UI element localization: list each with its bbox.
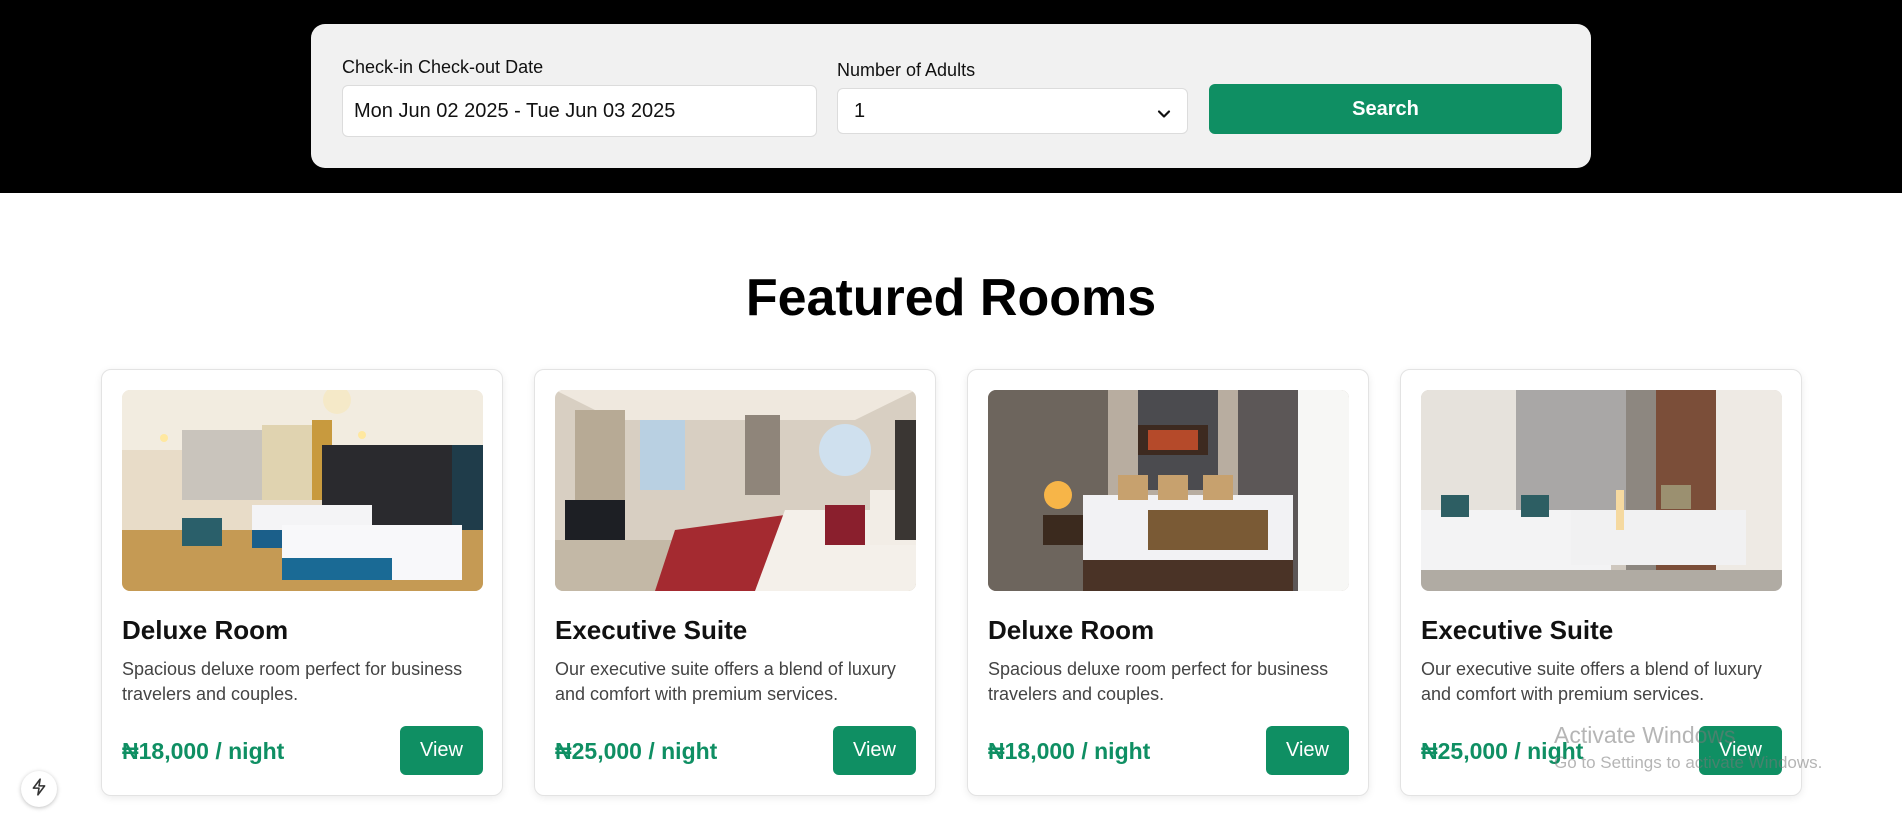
watermark-title: Activate Windows	[1554, 722, 1736, 748]
room-description: Spacious deluxe room perfect for busines…	[122, 659, 463, 704]
chevron-down-icon	[1157, 104, 1171, 118]
view-room-button[interactable]: View	[1266, 726, 1349, 775]
date-range-input[interactable]	[342, 85, 817, 137]
room-photo	[988, 390, 1349, 591]
watermark-subtitle: Go to Settings to activate Windows.	[1554, 753, 1823, 772]
room-photo	[1421, 390, 1782, 591]
room-price: ₦18,000 / night	[122, 738, 285, 764]
booking-search-panel: Check-in Check-out Date Number of Adults…	[311, 24, 1591, 168]
hero-banner: Check-in Check-out Date Number of Adults…	[0, 0, 1902, 193]
adults-label: Number of Adults	[837, 60, 976, 80]
view-room-button[interactable]: View	[833, 726, 916, 775]
room-price: ₦18,000 / night	[988, 738, 1151, 764]
room-card: Executive Suite Our executive suite offe…	[534, 369, 936, 796]
room-card: Deluxe Room Spacious deluxe room perfect…	[967, 369, 1369, 796]
dev-tools-button[interactable]	[21, 771, 57, 807]
featured-rooms-title: Featured Rooms	[745, 269, 1157, 327]
date-label: Check-in Check-out Date	[342, 57, 544, 77]
room-photo	[122, 390, 483, 591]
search-button[interactable]: Search	[1209, 84, 1562, 134]
lightning-icon	[30, 777, 48, 801]
room-description: Our executive suite offers a blend of lu…	[555, 659, 896, 704]
room-name: Deluxe Room	[988, 615, 1155, 645]
room-card: Deluxe Room Spacious deluxe room perfect…	[101, 369, 503, 796]
room-photo	[555, 390, 916, 591]
room-description: Our executive suite offers a blend of lu…	[1421, 659, 1762, 704]
room-price: ₦25,000 / night	[555, 738, 718, 764]
adults-select[interactable]: 1	[837, 88, 1188, 134]
activate-windows-watermark: Activate Windows Go to Settings to activ…	[1554, 722, 1822, 773]
room-name: Executive Suite	[1421, 615, 1614, 645]
room-description: Spacious deluxe room perfect for busines…	[988, 659, 1329, 704]
adults-select-value: 1	[854, 99, 866, 122]
room-name: Executive Suite	[555, 615, 748, 645]
room-name: Deluxe Room	[122, 615, 289, 645]
view-room-button[interactable]: View	[400, 726, 483, 775]
